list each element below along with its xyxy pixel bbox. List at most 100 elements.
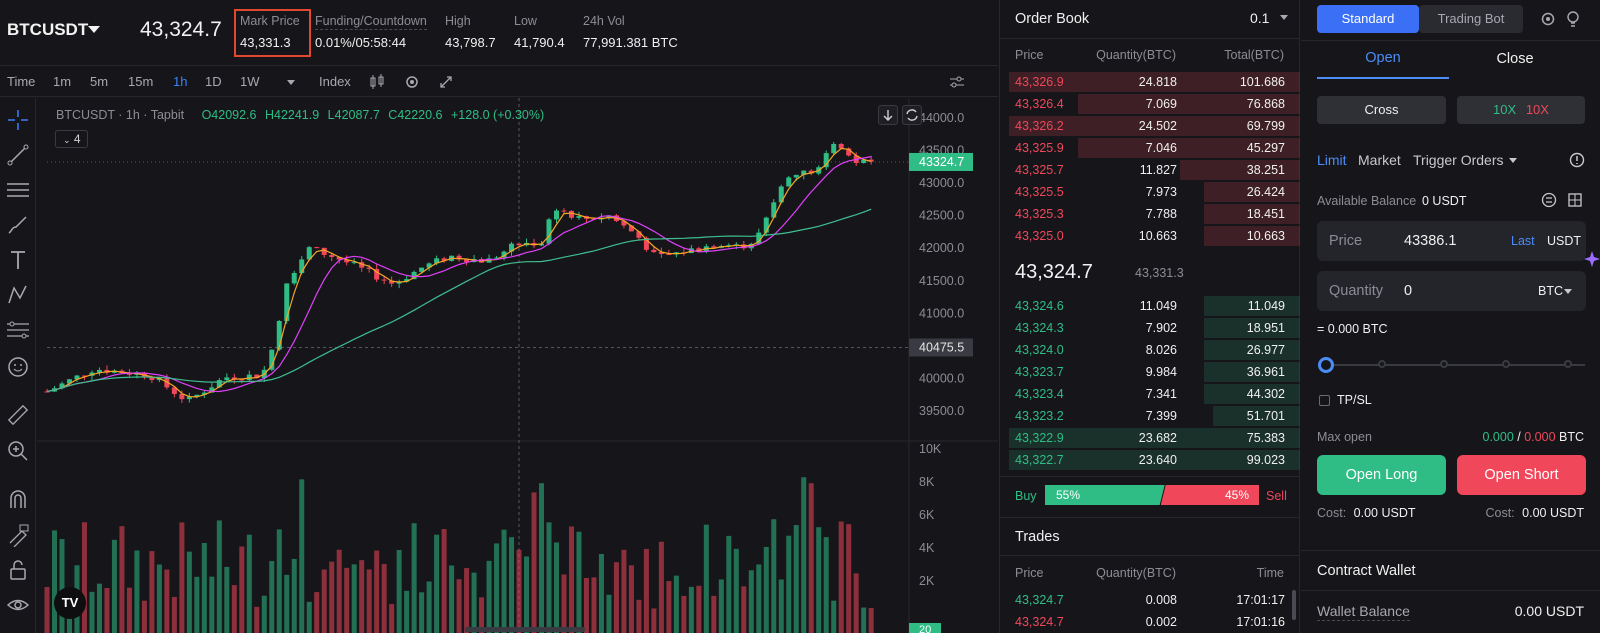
ask-row[interactable]: 43,325.7 11.827 38.251 xyxy=(1000,159,1300,181)
row-price: 43,326.2 xyxy=(1015,119,1064,133)
info-icon[interactable] xyxy=(1569,152,1585,168)
volume-bar xyxy=(261,595,267,633)
ask-row[interactable]: 43,325.0 10.663 10.663 xyxy=(1000,225,1300,247)
slider-knob[interactable] xyxy=(1318,357,1334,373)
bid-row[interactable]: 43,324.6 11.049 11.049 xyxy=(1000,295,1300,317)
bid-row[interactable]: 43,323.2 7.399 51.701 xyxy=(1000,405,1300,427)
caret-down-icon[interactable] xyxy=(88,26,100,33)
tf-time[interactable]: Time xyxy=(7,74,35,89)
fib-icon[interactable] xyxy=(6,318,30,342)
ask-row[interactable]: 43,325.3 7.788 18.451 xyxy=(1000,203,1300,225)
col-price: Price xyxy=(1015,48,1044,62)
low-value: 41,790.4 xyxy=(514,35,565,50)
open-long-button[interactable]: Open Long xyxy=(1317,455,1446,495)
horizontal-lines-icon[interactable] xyxy=(6,178,30,202)
reset-chart-button[interactable] xyxy=(902,105,922,125)
tpsl-checkbox[interactable] xyxy=(1319,395,1330,406)
tab-close[interactable]: Close xyxy=(1449,51,1581,67)
ask-row[interactable]: 43,326.9 24.818 101.686 xyxy=(1000,71,1300,93)
settings-gear-icon[interactable] xyxy=(1540,11,1556,27)
price-input[interactable]: Price 43386.1 Last USDT xyxy=(1317,221,1586,261)
precision-select[interactable]: 0.1 xyxy=(1250,10,1269,26)
transfer-icon[interactable] xyxy=(1541,192,1557,208)
trend-line-icon[interactable] xyxy=(6,143,30,167)
settings-gear-icon[interactable] xyxy=(404,74,420,90)
caret-down-icon[interactable] xyxy=(1509,158,1517,163)
text-tool-icon[interactable] xyxy=(6,248,30,272)
quantity-unit-select[interactable]: BTC xyxy=(1538,284,1563,298)
funding-label[interactable]: Funding/Countdown xyxy=(315,14,427,30)
slider-step-dot[interactable] xyxy=(1440,360,1448,368)
volume-bar xyxy=(59,539,65,633)
index-toggle[interactable]: Index xyxy=(319,74,351,89)
ask-row[interactable]: 43,326.4 7.069 76.868 xyxy=(1000,93,1300,115)
ask-row[interactable]: 43,326.2 24.502 69.799 xyxy=(1000,115,1300,137)
row-price: 43,323.7 xyxy=(1015,365,1064,379)
calculator-icon[interactable] xyxy=(1567,192,1583,208)
tab-open[interactable]: Open xyxy=(1317,50,1449,66)
quantity-slider[interactable] xyxy=(1318,357,1585,373)
magnet-icon[interactable] xyxy=(6,488,30,512)
order-type-market[interactable]: Market xyxy=(1358,152,1401,168)
sparkle-icon[interactable] xyxy=(1584,250,1600,268)
bid-row[interactable]: 43,322.9 23.682 75.383 xyxy=(1000,427,1300,449)
ruler-icon[interactable] xyxy=(6,403,30,427)
caret-down-icon[interactable] xyxy=(1280,15,1288,20)
bid-row[interactable]: 43,323.4 7.341 44.302 xyxy=(1000,383,1300,405)
lock-drawing-icon[interactable] xyxy=(6,523,30,547)
zoom-in-icon[interactable] xyxy=(6,439,30,463)
volume-bar xyxy=(96,583,102,633)
tf-1m[interactable]: 1m xyxy=(53,74,71,89)
order-type-limit[interactable]: Limit xyxy=(1317,152,1347,168)
slider-step-dot[interactable] xyxy=(1564,360,1572,368)
scroll-to-latest-button[interactable] xyxy=(878,105,898,125)
symbol-selector[interactable]: BTCUSDT xyxy=(7,20,88,40)
lightbulb-icon[interactable] xyxy=(1566,10,1580,28)
candle-type-icon[interactable] xyxy=(368,74,386,90)
lock-icon[interactable] xyxy=(6,558,30,582)
bid-row[interactable]: 43,322.7 23.640 99.023 xyxy=(1000,449,1300,471)
leverage-button[interactable]: 10X 10X xyxy=(1457,96,1585,124)
tf-15m[interactable]: 15m xyxy=(128,74,153,89)
max-open-values: 0.000 / 0.000 BTC xyxy=(1482,430,1585,444)
tradingview-logo[interactable]: TV xyxy=(54,587,86,619)
quantity-value[interactable]: 0 xyxy=(1404,283,1412,299)
slider-track[interactable] xyxy=(1319,364,1585,366)
slider-step-dot[interactable] xyxy=(1502,360,1510,368)
indicators-toggle[interactable]: ⌄ 4 xyxy=(55,130,88,148)
chart-settings-sliders-icon[interactable] xyxy=(949,74,965,90)
candle-body xyxy=(561,210,567,212)
price-value[interactable]: 43386.1 xyxy=(1404,233,1456,249)
fullscreen-icon[interactable] xyxy=(438,74,454,90)
mode-trading-bot-tab[interactable]: Trading Bot xyxy=(1419,5,1523,33)
bid-row[interactable]: 43,324.3 7.902 18.951 xyxy=(1000,317,1300,339)
caret-down-icon[interactable] xyxy=(1564,289,1572,294)
tf-1h[interactable]: 1h xyxy=(173,74,187,89)
tf-1w[interactable]: 1W xyxy=(240,74,260,89)
bid-row[interactable]: 43,324.0 8.026 26.977 xyxy=(1000,339,1300,361)
tf-5m[interactable]: 5m xyxy=(90,74,108,89)
trades-scrollbar[interactable] xyxy=(1292,590,1296,620)
ask-row[interactable]: 43,325.5 7.973 26.424 xyxy=(1000,181,1300,203)
ask-row[interactable]: 43,325.9 7.046 45.297 xyxy=(1000,137,1300,159)
open-short-button[interactable]: Open Short xyxy=(1457,455,1586,495)
slider-step-dot[interactable] xyxy=(1378,360,1386,368)
price-chart[interactable]: 44000.0 43500.0 43000.0 42500.0 42000.0 41500… xyxy=(37,98,998,633)
order-type-trigger[interactable]: Trigger Orders xyxy=(1413,152,1504,168)
price-last-button[interactable]: Last xyxy=(1511,234,1535,248)
quantity-input[interactable]: Quantity 0 BTC xyxy=(1317,271,1586,311)
mode-standard-tab[interactable]: Standard xyxy=(1317,5,1419,33)
volume-bar xyxy=(846,524,852,633)
emoji-icon[interactable] xyxy=(6,355,30,379)
pattern-icon[interactable] xyxy=(6,283,30,307)
crosshair-icon[interactable] xyxy=(6,108,30,132)
bid-row[interactable]: 43,323.7 9.984 36.961 xyxy=(1000,361,1300,383)
eye-icon[interactable] xyxy=(6,593,30,617)
order-book-panel: Order Book 0.1 Price Quantity(BTC) Total… xyxy=(999,0,1300,633)
brush-icon[interactable] xyxy=(6,213,30,237)
more-timeframes-icon[interactable] xyxy=(287,80,295,85)
candlestick-chart-canvas[interactable]: 44000.043500.043000.042500.042000.041500… xyxy=(37,98,998,633)
wallet-balance-label[interactable]: Wallet Balance xyxy=(1317,603,1410,621)
margin-mode-button[interactable]: Cross xyxy=(1317,96,1446,124)
tf-1d[interactable]: 1D xyxy=(205,74,222,89)
